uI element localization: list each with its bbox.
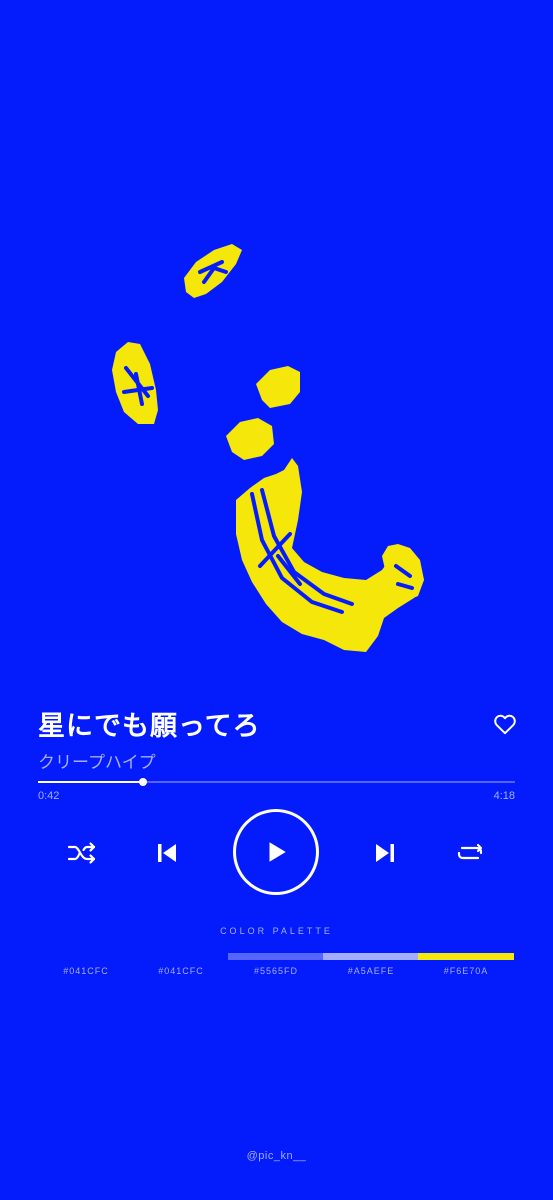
time-total: 4:18: [493, 790, 515, 802]
track-title: 星にでも願ってろ: [38, 711, 261, 742]
palette-swatch-label: #5565FD: [253, 966, 299, 976]
credit-handle: @pic_kn__: [246, 1150, 307, 1162]
play-button[interactable]: [233, 809, 319, 895]
repeat-icon: [457, 843, 483, 860]
like-button[interactable]: [492, 711, 518, 737]
progress-bar[interactable]: [38, 778, 515, 786]
palette-swatch: [38, 953, 134, 960]
palette-title: COLOR PALETTE: [220, 926, 333, 936]
time-elapsed: 0:42: [38, 790, 60, 802]
palette-swatch-label: #A5AEFE: [347, 966, 395, 976]
shuffle-icon: [67, 842, 96, 864]
previous-button[interactable]: [150, 836, 184, 870]
artwork-shoe-large: [112, 342, 158, 424]
repeat-button[interactable]: [452, 838, 488, 868]
shuffle-button[interactable]: [64, 838, 100, 868]
artwork-hand-lower: [226, 418, 274, 460]
palette-swatch: [418, 953, 514, 960]
palette-swatch-label: #F6E70A: [443, 966, 489, 976]
next-button[interactable]: [368, 836, 402, 870]
palette-swatch-label: #041CFC: [158, 966, 204, 976]
artwork-hand-upper: [256, 366, 300, 408]
skip-next-icon: [376, 844, 394, 862]
palette-swatch: [323, 953, 419, 960]
progress-fill: [38, 781, 143, 783]
palette-swatch-label: #041CFC: [63, 966, 109, 976]
palette-swatch: [228, 953, 324, 960]
album-artwork: [112, 244, 424, 652]
track-artist[interactable]: クリープハイプ: [38, 748, 156, 773]
skip-previous-icon: [158, 844, 176, 862]
heart-outline-icon: [494, 714, 516, 735]
play-icon: [269, 842, 286, 862]
progress-knob[interactable]: [138, 778, 147, 786]
palette-swatch: [133, 953, 229, 960]
